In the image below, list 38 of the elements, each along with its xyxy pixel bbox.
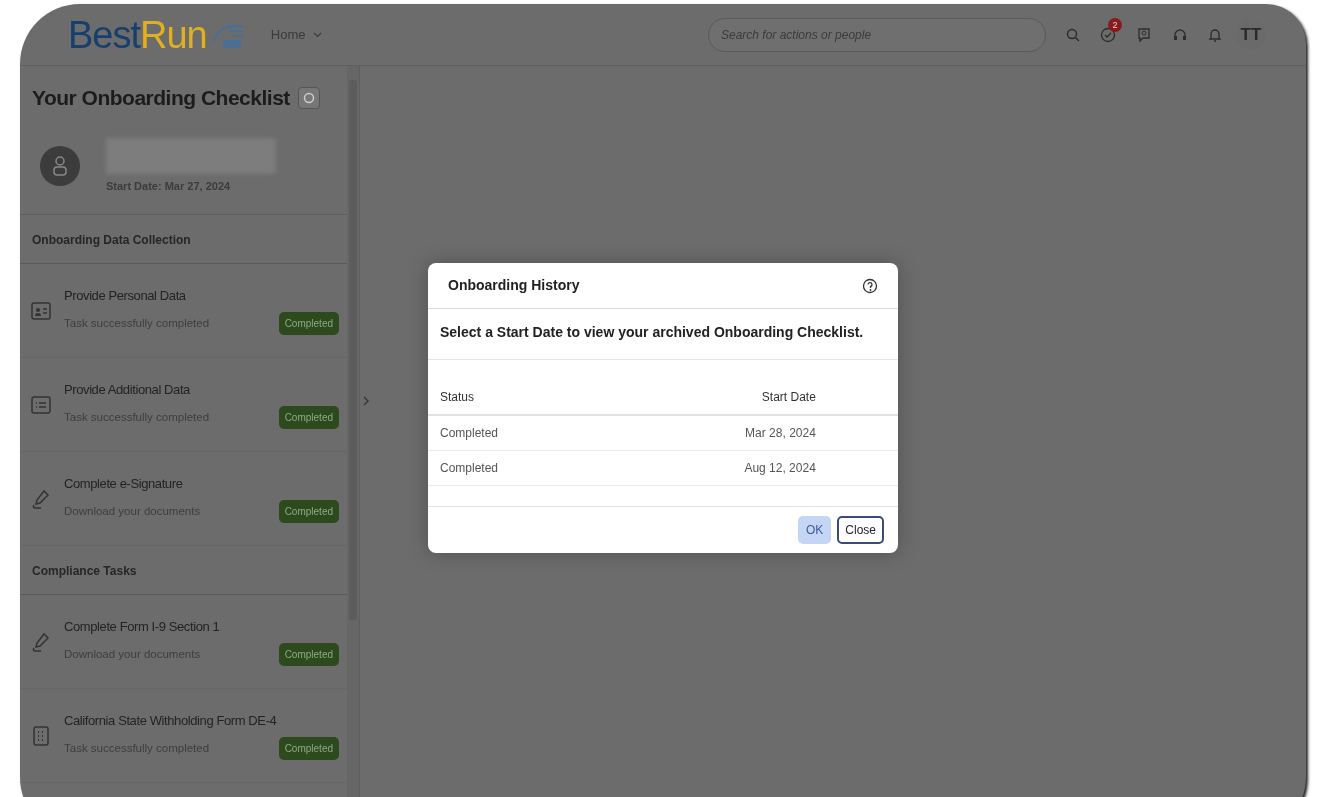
table-cell: Aug 12, 2024 bbox=[667, 450, 828, 486]
help-icon[interactable] bbox=[862, 277, 878, 294]
contact-card-icon bbox=[30, 299, 52, 322]
checklist-title: Your Onboarding Checklist bbox=[32, 85, 290, 111]
pen-icon bbox=[30, 487, 52, 510]
notification-badge: 2 bbox=[1108, 17, 1122, 32]
table-cell: Mar 28, 2024 bbox=[667, 415, 828, 451]
column-header: Start Date bbox=[667, 380, 828, 415]
status-badge: Completed bbox=[278, 499, 339, 523]
table-cell: Completed bbox=[428, 450, 668, 486]
check-circle-icon[interactable] bbox=[1100, 26, 1116, 43]
table-cell: Completed bbox=[428, 415, 668, 451]
chat-person-icon[interactable] bbox=[1136, 26, 1152, 43]
history-button[interactable] bbox=[297, 86, 320, 109]
search-icon[interactable] bbox=[1066, 27, 1080, 42]
dialog-instruction: Select a Start Date to view your archived Onboarding Checklist. bbox=[428, 309, 898, 360]
column-header: Status bbox=[428, 380, 668, 415]
avatar-icon bbox=[40, 145, 80, 186]
task-title: Complete Form I-9 Section 1 bbox=[64, 618, 221, 637]
headset-icon[interactable] bbox=[1172, 26, 1188, 43]
task-title: Provide Personal Data bbox=[64, 287, 187, 306]
status-badge: Completed bbox=[278, 311, 339, 335]
chevron-down-icon bbox=[313, 32, 323, 39]
bell-icon[interactable] bbox=[1208, 26, 1222, 43]
close-button[interactable]: Close bbox=[837, 516, 884, 544]
logo: BestRun bbox=[68, 15, 245, 54]
list-icon bbox=[30, 393, 52, 416]
task-title: Provide Additional Data bbox=[64, 381, 191, 400]
status-badge: Completed bbox=[278, 736, 339, 760]
dialog-title: Onboarding History bbox=[448, 276, 580, 295]
status-badge: Completed bbox=[278, 405, 339, 429]
pen-icon bbox=[30, 630, 52, 653]
form-icon bbox=[30, 724, 52, 747]
task-title: Complete e-Signature bbox=[64, 475, 184, 494]
history-icon bbox=[302, 91, 315, 104]
expand-icon[interactable] bbox=[362, 396, 370, 406]
status-badge: Completed bbox=[278, 642, 339, 666]
task-title: California State Withholding Form DE-4 bbox=[64, 712, 278, 731]
